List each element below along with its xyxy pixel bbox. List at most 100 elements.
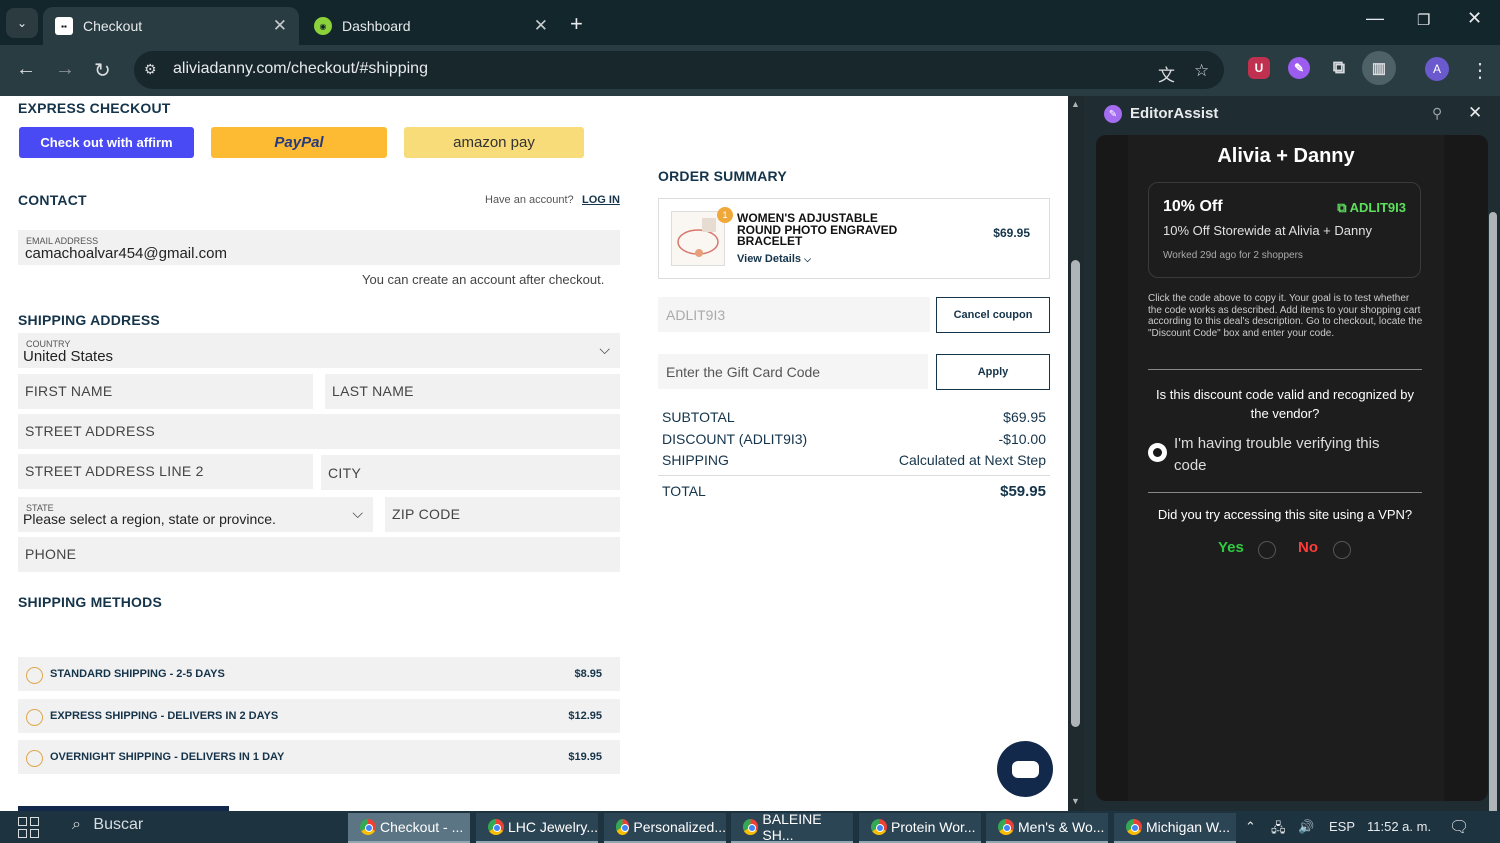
phone-placeholder: PHONE [25, 546, 77, 562]
yes-radio[interactable] [1258, 541, 1276, 559]
quantity-badge: 1 [717, 207, 733, 223]
notifications-icon[interactable]: 🗨 [1449, 817, 1469, 837]
chevron-down-icon: ⌵ [804, 254, 811, 264]
extensions-puzzle-icon[interactable]: ⧉ [1328, 57, 1350, 79]
shipping-option-standard[interactable]: STANDARD SHIPPING - 2-5 DAYS $8.95 [18, 657, 620, 691]
chat-button[interactable] [997, 741, 1053, 797]
unpin-icon[interactable]: ⚲ [1432, 105, 1442, 122]
clock[interactable]: 11:52 a. m. [1367, 819, 1431, 834]
side-panel-icon[interactable]: ▥ [1362, 51, 1396, 85]
radio-button[interactable] [26, 667, 43, 684]
taskbar-item[interactable]: Men's & Wo... [986, 813, 1108, 843]
deal-code: ADLIT9I3 [1349, 200, 1406, 215]
page-scrollbar[interactable]: ▲ ▼ [1068, 96, 1084, 811]
url-text[interactable]: aliviadanny.com/checkout/#shipping [173, 60, 428, 78]
chevron-up-icon[interactable]: ⌃ [1245, 819, 1256, 835]
new-tab-icon[interactable]: + [570, 11, 583, 37]
zip-code-input[interactable]: ZIP CODE [385, 497, 620, 532]
taskbar-item[interactable]: LHC Jewelry... [476, 813, 598, 843]
search-label: Buscar [93, 816, 144, 833]
divider [658, 475, 1050, 476]
scroll-down-icon[interactable]: ▼ [1071, 796, 1080, 806]
back-icon[interactable]: ← [16, 58, 36, 81]
language-indicator[interactable]: ESP [1329, 819, 1355, 834]
forward-icon[interactable]: → [55, 58, 75, 81]
view-details-link[interactable]: View Details ⌵ [737, 253, 811, 265]
radio-button-selected[interactable] [1148, 443, 1167, 462]
reload-icon[interactable]: ↻ [94, 58, 111, 83]
side-scrollbar-thumb[interactable] [1489, 212, 1497, 820]
no-label: No [1298, 539, 1318, 556]
taskbar: ⌕ Buscar Checkout - ... LHC Jewelry... P… [0, 811, 1500, 843]
login-link[interactable]: LOG IN [582, 194, 620, 206]
paypal-button[interactable]: PayPal [211, 127, 387, 158]
ublock-extension-icon[interactable]: U [1248, 57, 1270, 79]
shipping-option-overnight[interactable]: OVERNIGHT SHIPPING - DELIVERS IN 1 DAY $… [18, 740, 620, 774]
city-input[interactable]: CITY [321, 455, 620, 490]
street-address-input[interactable]: STREET ADDRESS [18, 414, 620, 449]
profile-avatar[interactable]: A [1425, 57, 1449, 81]
restore-icon[interactable]: ❐ [1417, 11, 1430, 29]
taskbar-item[interactable]: Checkout - ... [348, 813, 470, 843]
scroll-up-icon[interactable]: ▲ [1071, 99, 1080, 109]
side-panel-title: EditorAssist [1130, 105, 1219, 122]
cancel-coupon-button[interactable]: Cancel coupon [936, 297, 1050, 333]
coupon-input[interactable]: ADLIT9I3 [658, 297, 930, 332]
radio-button[interactable] [26, 709, 43, 726]
country-value: United States [23, 348, 114, 365]
order-summary-title: ORDER SUMMARY [658, 168, 787, 184]
country-select[interactable]: COUNTRY United States ⌵ [18, 333, 620, 368]
deal-title: 10% Off [1163, 198, 1223, 215]
taskbar-search[interactable]: ⌕ Buscar [72, 816, 143, 834]
bookmark-star-icon[interactable]: ☆ [1194, 61, 1209, 81]
taskbar-item-label: Protein Wor... [891, 819, 976, 835]
street-address-2-input[interactable]: STREET ADDRESS LINE 2 [18, 454, 313, 489]
deal-card[interactable]: 10% Off ⧉ ADLIT9I3 10% Off Storewide at … [1148, 182, 1421, 278]
translate-icon[interactable]: 文 [1158, 61, 1175, 86]
network-icon[interactable]: 🖧 [1271, 819, 1286, 841]
address-bar[interactable]: ⚙ aliviadanny.com/checkout/#shipping 文 ☆ [134, 51, 1224, 89]
shipping-option-express[interactable]: EXPRESS SHIPPING - DELIVERS IN 2 DAYS $1… [18, 699, 620, 733]
email-field[interactable]: EMAIL ADDRESS camachoalvar454@gmail.com [18, 230, 620, 265]
gift-card-input[interactable]: Enter the Gift Card Code [658, 354, 928, 389]
radio-button[interactable] [26, 750, 43, 767]
phone-input[interactable]: PHONE [18, 537, 620, 572]
product-image [671, 211, 725, 266]
tab-dashboard[interactable]: ◉ Dashboard ✕ [302, 7, 560, 45]
taskbar-item[interactable]: BALEINE SH... [731, 811, 853, 843]
shipping-label: SHIPPING [662, 452, 729, 468]
side-scrollbar[interactable] [1487, 176, 1499, 841]
affirm-button[interactable]: Check out with affirm [19, 127, 194, 158]
taskbar-item[interactable]: Protein Wor... [859, 813, 981, 843]
taskbar-item-label: BALEINE SH... [762, 811, 822, 843]
no-radio[interactable] [1333, 541, 1351, 559]
deal-code-button[interactable]: ⧉ ADLIT9I3 [1337, 200, 1406, 216]
window-close-icon[interactable]: ✕ [1467, 8, 1482, 29]
taskbar-item[interactable]: Michigan W... [1114, 813, 1236, 843]
taskbar-item-label: Michigan W... [1146, 819, 1231, 835]
side-panel-close-icon[interactable]: ✕ [1468, 103, 1482, 123]
state-select[interactable]: STATE Please select a region, state or p… [18, 497, 373, 532]
email-value[interactable]: camachoalvar454@gmail.com [25, 245, 227, 262]
taskbar-item[interactable]: Personalized... [604, 813, 726, 843]
tab-search-button[interactable]: ⌄ [6, 8, 38, 38]
subtotal-row: SUBTOTAL $69.95 [662, 409, 1046, 425]
amazon-pay-button[interactable]: amazon pay [404, 127, 584, 158]
start-windows-icon[interactable] [18, 817, 40, 839]
last-name-input[interactable]: LAST NAME [325, 374, 620, 409]
close-tab-icon[interactable]: ✕ [273, 16, 287, 36]
city-placeholder: CITY [328, 465, 362, 481]
scrollbar-thumb[interactable] [1071, 260, 1080, 727]
minimize-icon[interactable]: — [1366, 8, 1384, 29]
volume-icon[interactable]: 🔊 [1298, 819, 1314, 835]
create-account-note: You can create an account after checkout… [362, 272, 605, 287]
store-name: Alivia + Danny [1217, 145, 1355, 167]
site-info-icon[interactable]: ⚙ [144, 61, 157, 78]
close-tab-icon[interactable]: ✕ [534, 16, 548, 36]
tab-checkout[interactable]: ▪▪ Checkout ✕ [43, 7, 299, 45]
apply-button[interactable]: Apply [936, 354, 1050, 390]
editorassist-extension-icon[interactable]: ✎ [1288, 57, 1310, 79]
browser-menu-icon[interactable]: ⋮ [1470, 58, 1490, 83]
first-name-input[interactable]: FIRST NAME [18, 374, 313, 409]
coupon-value: ADLIT9I3 [666, 307, 726, 323]
